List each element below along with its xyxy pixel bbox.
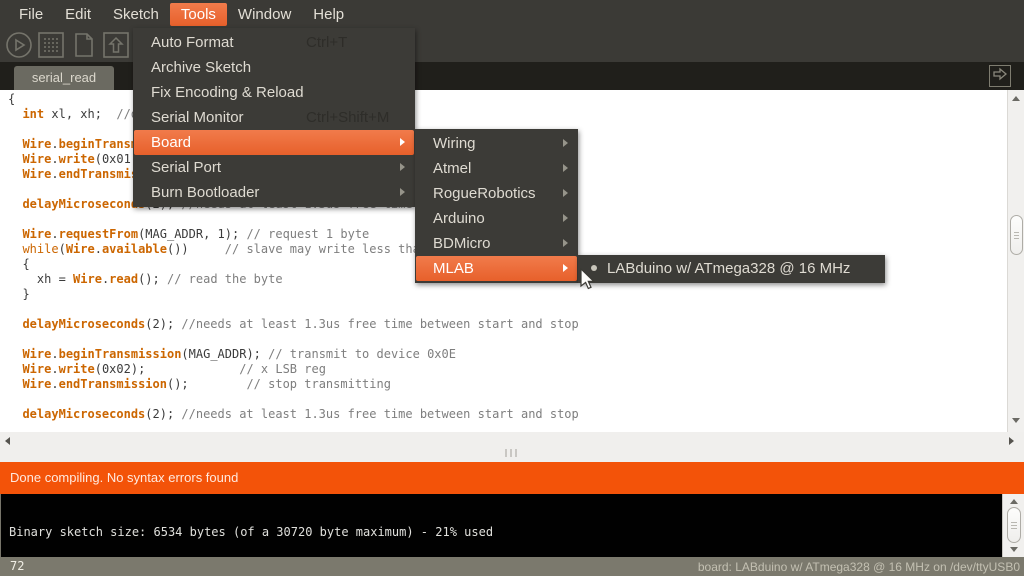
status-message: Done compiling. No syntax errors found bbox=[10, 470, 238, 485]
console-text: Binary sketch size: 6534 bytes (of a 307… bbox=[9, 525, 493, 539]
submenu-arrow-icon bbox=[563, 214, 568, 222]
submenu-arrow-icon bbox=[400, 188, 405, 196]
editor-scroll-thumb[interactable] bbox=[1010, 215, 1023, 255]
code-line: Wire.beginTransmission(MAG_ADDR); // tra… bbox=[8, 347, 579, 362]
menu-item-label: Auto Format bbox=[151, 34, 234, 51]
arduino-ide-window: FileEditSketchToolsWindowHelp bbox=[0, 0, 1024, 576]
tools-menu-item-auto-format[interactable]: Auto Format Ctrl+T bbox=[134, 30, 414, 55]
tab-serial-read[interactable]: serial_read bbox=[14, 66, 114, 90]
scroll-left-icon[interactable] bbox=[5, 437, 10, 445]
submenu-arrow-icon bbox=[563, 139, 568, 147]
tab-menu-button[interactable] bbox=[989, 65, 1011, 87]
new-sketch-button[interactable] bbox=[70, 31, 98, 59]
console-vertical-scrollbar[interactable] bbox=[1002, 494, 1024, 557]
scroll-up-icon[interactable] bbox=[1012, 96, 1020, 101]
tab-menu-arrow-icon bbox=[992, 67, 1008, 86]
submenu-arrow-icon bbox=[400, 163, 405, 171]
code-line bbox=[8, 392, 579, 407]
menu-item-label: Serial Monitor bbox=[151, 109, 244, 126]
menubar-item-edit[interactable]: Edit bbox=[54, 3, 102, 26]
menubar-item-tools[interactable]: Tools bbox=[170, 3, 227, 26]
mlab-submenu: LABduino w/ ATmega328 @ 16 MHz bbox=[578, 255, 885, 283]
submenu-arrow-icon bbox=[563, 239, 568, 247]
board-menu-item-arduino[interactable]: Arduino bbox=[416, 206, 577, 231]
submenu-arrow-icon bbox=[400, 138, 405, 146]
code-line: delayMicroseconds(2); //needs at least 1… bbox=[8, 317, 579, 332]
submenu-arrow-icon bbox=[563, 164, 568, 172]
board-menu-item-wiring[interactable]: Wiring bbox=[416, 131, 577, 156]
tools-menu-item-serial-port[interactable]: Serial Port bbox=[134, 155, 414, 180]
menu-item-label: Arduino bbox=[433, 210, 485, 227]
line-number: 72 bbox=[10, 559, 24, 573]
new-sketch-icon bbox=[70, 31, 98, 59]
mouse-cursor bbox=[580, 268, 600, 297]
tools-menu-item-burn-bootloader[interactable]: Burn Bootloader bbox=[134, 180, 414, 205]
editor-horizontal-scrollbar[interactable] bbox=[0, 432, 1024, 462]
code-line bbox=[8, 302, 579, 317]
stop-icon bbox=[37, 31, 65, 59]
console-output: Binary sketch size: 6534 bytes (of a 307… bbox=[0, 494, 1024, 557]
board-menu-item-roguerobotics[interactable]: RogueRobotics bbox=[416, 181, 577, 206]
tools-menu: Auto Format Ctrl+T Archive Sketch Fix Encod… bbox=[133, 28, 415, 207]
board-submenu: Wiring Atmel RogueRobotics Arduino BDMicro ML… bbox=[415, 129, 578, 283]
menu-item-label: Board bbox=[151, 134, 191, 151]
board-menu-item-bdmicro[interactable]: BDMicro bbox=[416, 231, 577, 256]
tools-menu-item-serial-monitor[interactable]: Serial Monitor Ctrl+Shift+M bbox=[134, 105, 414, 130]
verify-button[interactable] bbox=[5, 31, 33, 59]
menu-item-label: Serial Port bbox=[151, 159, 221, 176]
menu-item-label: Burn Bootloader bbox=[151, 184, 259, 201]
menu-item-label: MLAB bbox=[433, 260, 474, 277]
code-line: } bbox=[8, 287, 579, 302]
menu-item-label: BDMicro bbox=[433, 235, 491, 252]
stop-button[interactable] bbox=[37, 31, 65, 59]
menu-shortcut-label: Ctrl+Shift+M bbox=[306, 105, 389, 130]
menu-item-label: Wiring bbox=[433, 135, 476, 152]
board-port-info: board: LABduino w/ ATmega328 @ 16 MHz on… bbox=[698, 560, 1020, 574]
mlab-menu-item-labduino-w-atmega328-16-mhz[interactable]: LABduino w/ ATmega328 @ 16 MHz bbox=[579, 257, 884, 281]
submenu-arrow-icon bbox=[563, 189, 568, 197]
menu-item-label: Archive Sketch bbox=[151, 59, 251, 76]
menu-item-label: RogueRobotics bbox=[433, 185, 536, 202]
board-menu-item-atmel[interactable]: Atmel bbox=[416, 156, 577, 181]
menubar-item-window[interactable]: Window bbox=[227, 3, 302, 26]
scroll-right-icon[interactable] bbox=[1009, 437, 1014, 445]
submenu-arrow-icon bbox=[563, 264, 568, 272]
scroll-down-icon[interactable] bbox=[1012, 418, 1020, 423]
console-scroll-thumb[interactable] bbox=[1007, 507, 1021, 543]
code-line: delayMicroseconds(2); //needs at least 1… bbox=[8, 407, 579, 422]
code-line bbox=[8, 332, 579, 347]
menubar-item-file[interactable]: File bbox=[8, 3, 54, 26]
status-bar: Done compiling. No syntax errors found bbox=[0, 462, 1024, 494]
footer-status-strip: 72 board: LABduino w/ ATmega328 @ 16 MHz… bbox=[0, 557, 1024, 576]
menubar-item-help[interactable]: Help bbox=[302, 3, 355, 26]
tools-menu-item-archive-sketch[interactable]: Archive Sketch bbox=[134, 55, 414, 80]
menubar: FileEditSketchToolsWindowHelp bbox=[0, 0, 1024, 28]
open-icon bbox=[102, 31, 130, 59]
menu-shortcut-label: Ctrl+T bbox=[306, 30, 347, 55]
tools-menu-item-fix-encoding-reload[interactable]: Fix Encoding & Reload bbox=[134, 80, 414, 105]
code-line: Wire.write(0x02); // x LSB reg bbox=[8, 362, 579, 377]
code-line: Wire.endTransmission(); // stop transmit… bbox=[8, 377, 579, 392]
console-scroll-down-icon[interactable] bbox=[1010, 547, 1018, 552]
tools-menu-item-board[interactable]: Board bbox=[134, 130, 414, 155]
console-scroll-up-icon[interactable] bbox=[1010, 499, 1018, 504]
menu-item-label: Atmel bbox=[433, 160, 471, 177]
menu-item-label: LABduino w/ ATmega328 @ 16 MHz bbox=[607, 260, 850, 277]
open-button[interactable] bbox=[102, 31, 130, 59]
verify-icon bbox=[5, 31, 33, 59]
editor-vertical-scrollbar[interactable] bbox=[1007, 90, 1024, 432]
board-menu-item-mlab[interactable]: MLAB bbox=[416, 256, 577, 281]
menu-item-label: Fix Encoding & Reload bbox=[151, 84, 304, 101]
menubar-item-sketch[interactable]: Sketch bbox=[102, 3, 170, 26]
